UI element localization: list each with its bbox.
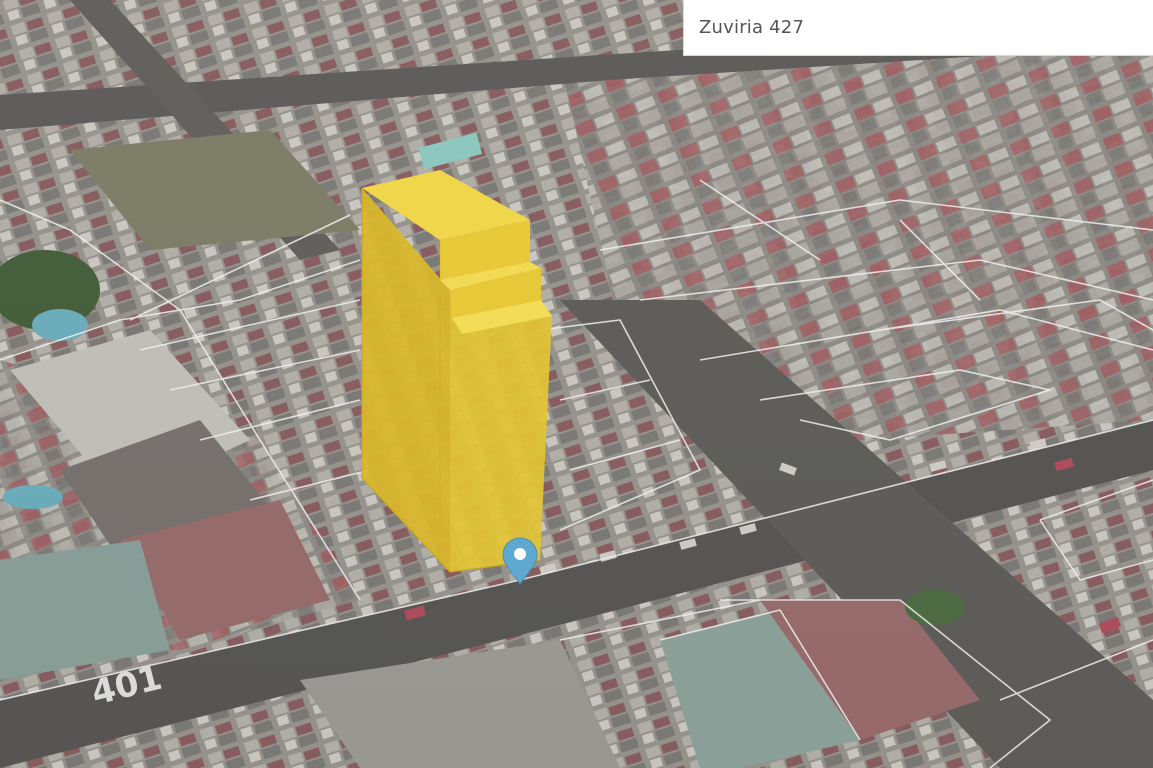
map-3d-view[interactable]: 401 Zuviria 427 <box>0 0 1153 768</box>
atmospheric-haze <box>0 0 1153 768</box>
search-input[interactable]: Zuviria 427 <box>699 17 804 38</box>
address-search-box[interactable]: Zuviria 427 <box>683 0 1153 56</box>
aerial-map-canvas[interactable]: 401 <box>0 0 1153 768</box>
